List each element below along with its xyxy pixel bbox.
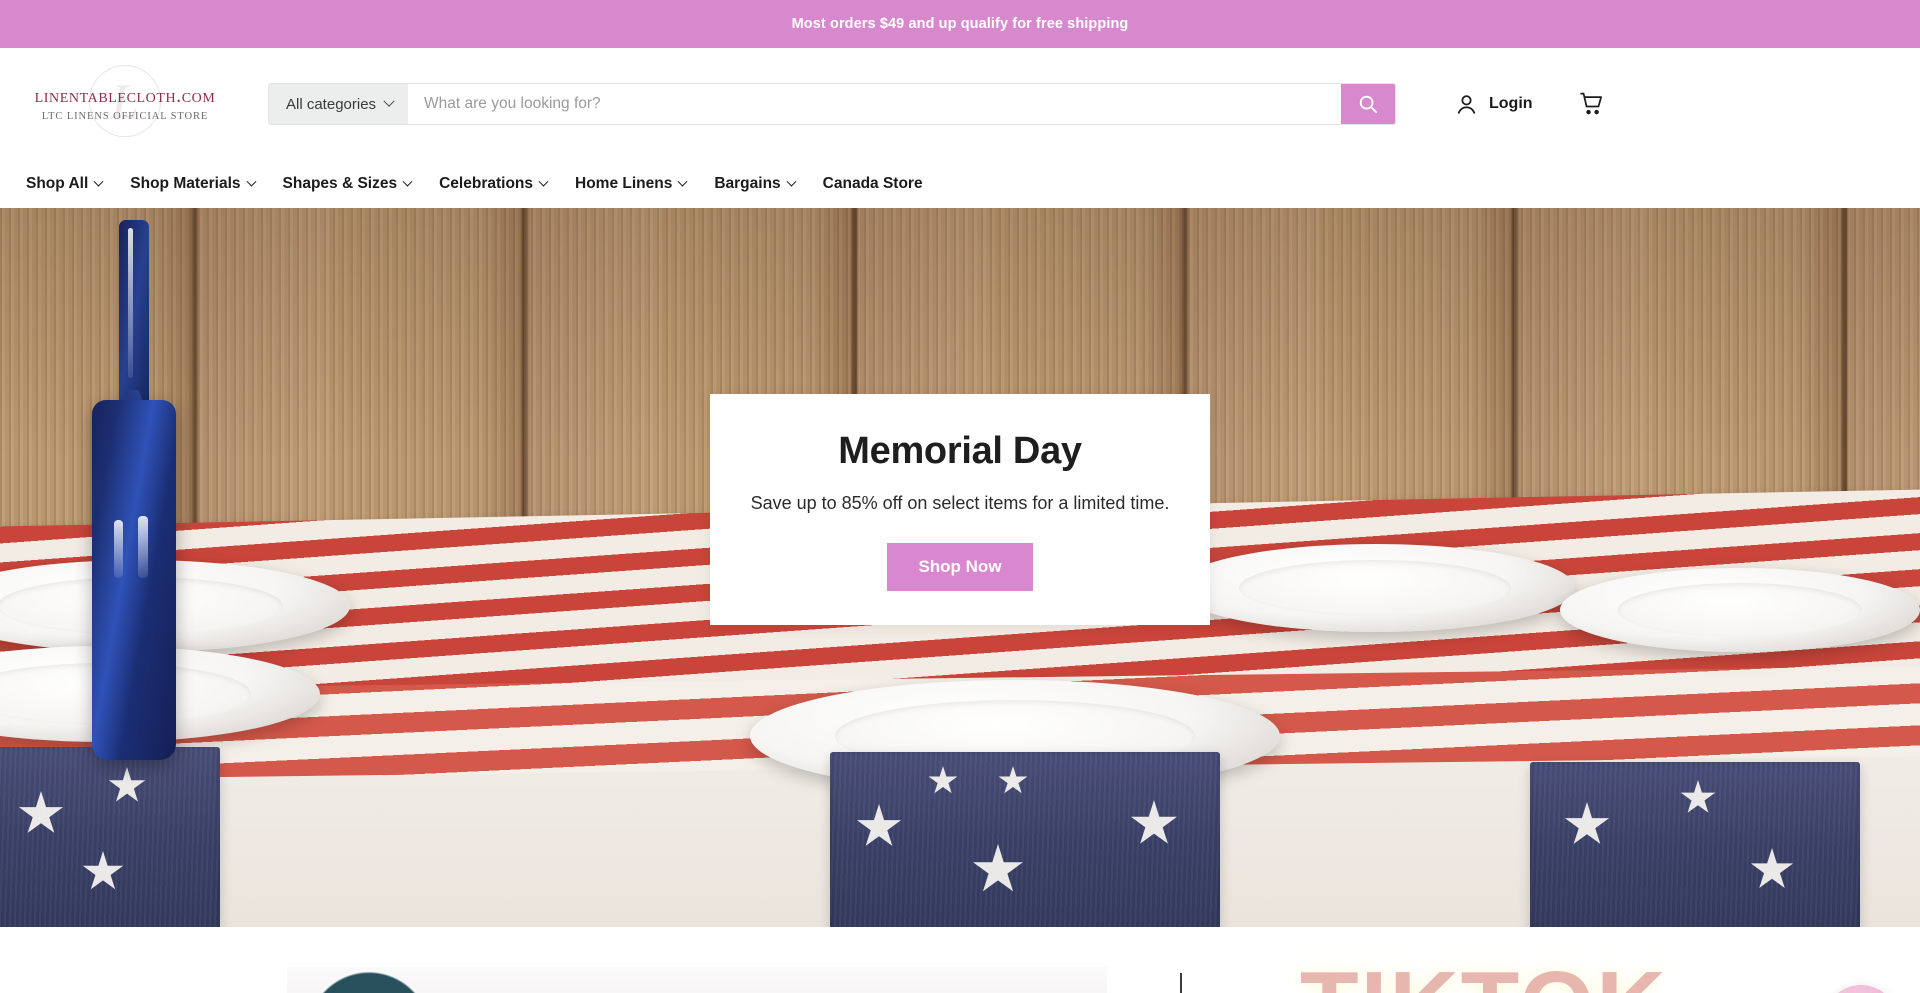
logo-wordmark: LinenTablecloth.com xyxy=(34,86,216,108)
announcement-bar: Most orders $49 and up qualify for free … xyxy=(0,0,1920,48)
search-icon xyxy=(1359,95,1378,114)
promo-subtitle: Save up to 85% off on select items for a… xyxy=(750,492,1170,513)
star-shape xyxy=(108,767,146,802)
account-area: Login xyxy=(1454,89,1607,119)
nav-item-shapes-sizes[interactable]: Shapes & Sizes xyxy=(269,160,426,208)
shopping-cart-icon xyxy=(1579,92,1602,115)
below-fold-section: TIKTOK xyxy=(0,927,1920,993)
user-icon xyxy=(1457,94,1476,114)
star-shape xyxy=(1750,848,1794,889)
bottle-highlight xyxy=(114,520,123,578)
nav-label: Shop Materials xyxy=(130,175,241,192)
shop-now-button[interactable]: Shop Now xyxy=(887,542,1033,591)
nav-item-canada-store[interactable]: Canada Store xyxy=(809,160,937,208)
star-shape xyxy=(1680,780,1716,813)
search-input[interactable] xyxy=(408,84,1341,124)
site-logo[interactable]: L LinenTablecloth.com LTC LINENS OFFICIA… xyxy=(20,65,230,138)
main-navigation: Shop All Shop Materials Shapes & Sizes C… xyxy=(0,160,1920,208)
hero-blue-bottle xyxy=(92,220,176,760)
star-shape xyxy=(973,844,1023,892)
category-dropdown-label: All categories xyxy=(286,95,377,113)
site-header: L LinenTablecloth.com LTC LINENS OFFICIA… xyxy=(0,48,1920,160)
star-shape xyxy=(82,851,124,890)
star-shape xyxy=(1130,800,1178,844)
chevron-down-icon xyxy=(402,176,413,187)
nav-label: Bargains xyxy=(714,175,781,192)
login-button[interactable]: Login xyxy=(1454,92,1533,117)
below-fold-content: TIKTOK xyxy=(0,952,1920,993)
section-divider xyxy=(1180,973,1182,993)
chevron-down-icon xyxy=(677,176,688,187)
hero-star-napkin xyxy=(1530,762,1860,927)
chevron-down-icon xyxy=(383,95,395,107)
nav-item-celebrations[interactable]: Celebrations xyxy=(425,160,561,208)
category-dropdown[interactable]: All categories xyxy=(269,84,409,124)
promo-title: Memorial Day xyxy=(838,430,1082,472)
search-submit-button[interactable] xyxy=(1341,84,1395,124)
nav-item-bargains[interactable]: Bargains xyxy=(700,160,808,208)
hero-plate xyxy=(1175,544,1575,632)
nav-label: Shop All xyxy=(26,175,89,192)
cart-button[interactable] xyxy=(1577,89,1607,119)
nav-item-home-linens[interactable]: Home Linens xyxy=(561,160,700,208)
nav-item-shop-materials[interactable]: Shop Materials xyxy=(116,160,268,208)
hero-plate xyxy=(1560,568,1920,652)
star-shape xyxy=(998,766,1028,794)
chevron-down-icon xyxy=(538,176,549,187)
nav-label: Shapes & Sizes xyxy=(282,175,398,192)
login-label: Login xyxy=(1489,95,1533,112)
table-setting-image[interactable] xyxy=(287,967,1107,993)
chevron-down-icon xyxy=(246,176,256,187)
star-shape xyxy=(1564,802,1610,844)
bottle-highlight xyxy=(138,516,148,578)
chevron-down-icon xyxy=(786,176,797,187)
nav-label: Celebrations xyxy=(439,175,533,192)
hero-promo-card: Memorial Day Save up to 85% off on selec… xyxy=(710,394,1210,625)
nav-label: Canada Store xyxy=(822,175,923,192)
announcement-text: Most orders $49 and up qualify for free … xyxy=(791,16,1129,32)
search-bar: All categories xyxy=(268,83,1396,125)
bottle-highlight xyxy=(128,228,133,378)
tiktok-heading: TIKTOK xyxy=(1300,951,1668,993)
hero-banner: Memorial Day Save up to 85% off on selec… xyxy=(0,208,1920,927)
bottle-body xyxy=(92,400,176,760)
star-shape xyxy=(928,766,958,794)
logo-tagline: LTC LINENS OFFICIAL STORE xyxy=(41,110,209,122)
star-shape xyxy=(856,804,902,846)
hero-star-napkin xyxy=(0,747,220,927)
star-shape xyxy=(18,791,64,833)
nav-label: Home Linens xyxy=(575,175,673,192)
chevron-down-icon xyxy=(93,176,104,187)
nav-item-shop-all[interactable]: Shop All xyxy=(20,160,116,208)
hero-star-napkin xyxy=(830,752,1220,927)
